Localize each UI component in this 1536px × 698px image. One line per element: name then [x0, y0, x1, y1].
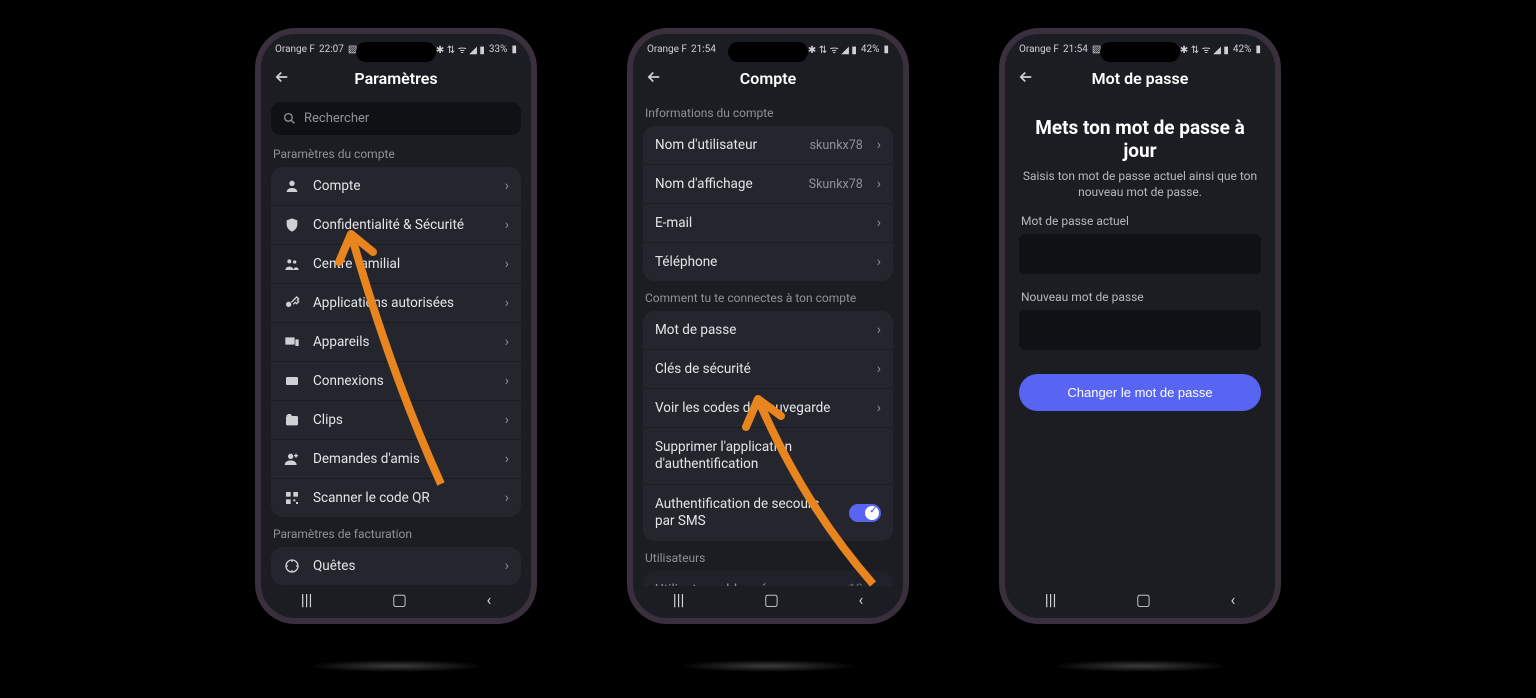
recents-icon[interactable]: ||| [301, 590, 313, 609]
settings-item-quetes[interactable]: Quêtes › [271, 547, 521, 585]
chevron-right-icon: › [877, 254, 881, 270]
settings-item-familial[interactable]: Centre familial › [271, 244, 521, 283]
notch [1100, 42, 1180, 62]
row-email[interactable]: E-mail › [643, 203, 893, 242]
input-new-password[interactable] [1019, 310, 1261, 350]
section-label-connect: Comment tu te connectes à ton compte [645, 291, 891, 305]
section-label-billing: Paramètres de facturation [273, 527, 519, 541]
recents-icon[interactable]: ||| [1045, 590, 1057, 609]
input-current-password[interactable] [1019, 234, 1261, 274]
devices-icon [283, 334, 301, 350]
page-title: Paramètres [354, 69, 437, 88]
chevron-right-icon: › [505, 412, 509, 428]
chevron-right-icon: › [505, 256, 509, 272]
chevron-right-icon: › [877, 400, 881, 416]
toggle-sms[interactable] [849, 504, 881, 522]
users-list: Utilisateurs bloqués 10 › [643, 571, 893, 587]
headline: Mets ton mot de passe à jour [1019, 116, 1261, 162]
chevron-right-icon: › [505, 217, 509, 233]
row-displayname[interactable]: Nom d'affichage Skunkx78 › [643, 164, 893, 203]
recents-icon[interactable]: ||| [673, 590, 685, 609]
settings-list: Compte › Confidentialité & Sécurité › Ce… [271, 167, 521, 517]
subtitle: Saisis ton mot de passe actuel ainsi que… [1019, 168, 1261, 200]
section-label-info: Informations du compte [645, 106, 891, 120]
notch [728, 42, 808, 62]
phone-account: Orange F21:54 ⚙ ✱ ⇅ ᯤ ◢ ▮42%▮ Compte Inf… [627, 28, 909, 624]
chevron-right-icon: › [877, 176, 881, 192]
shadow [306, 660, 486, 672]
family-icon [283, 256, 301, 272]
chevron-right-icon: › [505, 558, 509, 574]
shadow [1050, 660, 1230, 672]
settings-item-amis[interactable]: Demandes d'amis › [271, 439, 521, 478]
change-password-button[interactable]: Changer le mot de passe [1019, 374, 1261, 411]
settings-item-appareils[interactable]: Appareils › [271, 322, 521, 361]
row-remove-authapp[interactable]: Supprimer l'application d'authentificati… [643, 427, 893, 484]
page-title: Mot de passe [1092, 69, 1189, 88]
back-nav-icon[interactable]: ‹ [858, 590, 863, 609]
chevron-right-icon: › [505, 373, 509, 389]
qr-icon [283, 490, 301, 506]
label-current-password: Mot de passe actuel [1021, 214, 1259, 228]
settings-item-compte[interactable]: Compte › [271, 167, 521, 205]
account-connect-list: Mot de passe › Clés de sécurité › Voir l… [643, 311, 893, 541]
clips-icon [283, 412, 301, 428]
chevron-right-icon: › [505, 451, 509, 467]
settings-item-securite[interactable]: Confidentialité & Sécurité › [271, 205, 521, 244]
chevron-right-icon: › [877, 361, 881, 377]
chevron-right-icon: › [505, 490, 509, 506]
label-new-password: Nouveau mot de passe [1021, 290, 1259, 304]
android-nav-bar: ||| ▢ ‹ [1005, 586, 1275, 612]
page-title: Compte [740, 69, 796, 88]
quest-icon [283, 558, 301, 574]
row-security-keys[interactable]: Clés de sécurité › [643, 349, 893, 388]
row-phone[interactable]: Téléphone › [643, 242, 893, 281]
home-icon[interactable]: ▢ [764, 590, 779, 609]
back-nav-icon[interactable]: ‹ [1230, 590, 1235, 609]
chevron-right-icon: › [505, 334, 509, 350]
settings-item-clips[interactable]: Clips › [271, 400, 521, 439]
back-nav-icon[interactable]: ‹ [486, 590, 491, 609]
chevron-right-icon: › [877, 322, 881, 338]
back-icon[interactable] [645, 68, 663, 90]
settings-item-connexions[interactable]: Connexions › [271, 361, 521, 400]
app-bar: Paramètres [261, 60, 531, 96]
app-bar: Compte [633, 60, 903, 96]
settings-item-apps[interactable]: Applications autorisées › [271, 283, 521, 322]
notch [356, 42, 436, 62]
phone-settings: Orange F22:07▧ ⚙ ✱ ⇅ ᯤ ◢ ▮33%▮ Paramètre… [255, 28, 537, 624]
row-backup-codes[interactable]: Voir les codes de sauvegarde › [643, 388, 893, 427]
row-username[interactable]: Nom d'utilisateur skunkx78 › [643, 126, 893, 164]
link-icon [283, 373, 301, 389]
shadow [678, 660, 858, 672]
phone-password: Orange F21:54▧ ⚙ ✱ ⇅ ᯤ ◢ ▮42%▮ Mot de pa… [999, 28, 1281, 624]
search-input[interactable]: Rechercher [271, 102, 521, 135]
back-icon[interactable] [273, 68, 291, 90]
friend-icon [283, 451, 301, 467]
row-blocked[interactable]: Utilisateurs bloqués 10 › [643, 571, 893, 587]
person-icon [283, 178, 301, 194]
app-bar: Mot de passe [1005, 60, 1275, 96]
home-icon[interactable]: ▢ [1136, 590, 1151, 609]
row-sms-backup[interactable]: Authentification de secours par SMS [643, 484, 893, 541]
chevron-right-icon: › [505, 178, 509, 194]
row-password[interactable]: Mot de passe › [643, 311, 893, 349]
chevron-right-icon: › [877, 137, 881, 153]
chevron-right-icon: › [505, 295, 509, 311]
account-info-list: Nom d'utilisateur skunkx78 › Nom d'affic… [643, 126, 893, 281]
home-icon[interactable]: ▢ [392, 590, 407, 609]
search-placeholder: Rechercher [304, 111, 369, 126]
key-icon [283, 295, 301, 311]
back-icon[interactable] [1017, 68, 1035, 90]
shield-icon [283, 217, 301, 233]
search-icon [283, 112, 296, 125]
billing-list: Quêtes › [271, 547, 521, 585]
section-label-account: Paramètres du compte [273, 147, 519, 161]
section-label-users: Utilisateurs [645, 551, 891, 565]
settings-item-qr[interactable]: Scanner le code QR › [271, 478, 521, 517]
chevron-right-icon: › [877, 215, 881, 231]
android-nav-bar: ||| ▢ ‹ [633, 586, 903, 612]
android-nav-bar: ||| ▢ ‹ [261, 586, 531, 612]
